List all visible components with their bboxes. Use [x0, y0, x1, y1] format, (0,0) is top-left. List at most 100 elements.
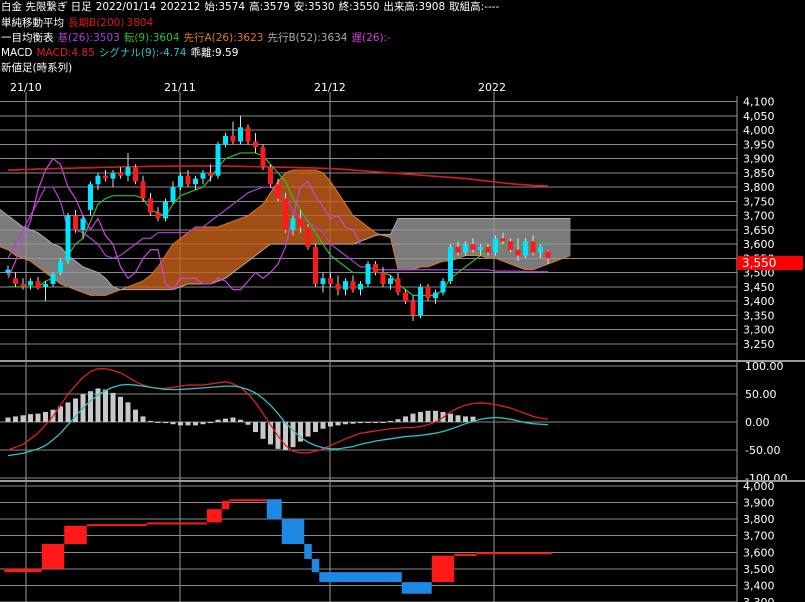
- cloud-segment: [315, 170, 323, 245]
- date-label: 2022: [478, 81, 506, 94]
- cloud-segment: [420, 218, 428, 267]
- histogram-bar: [388, 420, 393, 422]
- histogram-bar: [290, 422, 296, 448]
- histogram-bar: [245, 422, 251, 425]
- candle-body: [5, 269, 11, 273]
- candle-body: [88, 184, 93, 210]
- candle-body: [268, 167, 273, 185]
- candle-body: [95, 175, 101, 185]
- histogram-bar: [343, 422, 348, 425]
- candle-body: [73, 215, 78, 230]
- histogram-bar: [230, 417, 236, 422]
- histogram-bar: [395, 419, 401, 422]
- step-block: [454, 553, 477, 556]
- candle-body: [350, 281, 356, 290]
- histogram-bar: [13, 416, 18, 422]
- histogram-bar: [35, 413, 41, 422]
- candle-body: [103, 175, 108, 179]
- histogram-bar: [5, 417, 11, 422]
- histogram-bar: [335, 422, 341, 426]
- candle-body: [35, 281, 41, 289]
- step-tick-label: 3,600: [743, 546, 775, 559]
- price-tick-label: 3,300: [743, 324, 775, 337]
- candle-body: [223, 135, 228, 145]
- histogram-bar: [215, 419, 221, 422]
- candle-body: [515, 249, 521, 256]
- cloud-segment: [233, 218, 241, 273]
- histogram-bar: [455, 415, 461, 422]
- step-tick-label: 3,700: [743, 530, 775, 543]
- date-label: 21/10: [10, 81, 42, 94]
- candle-body: [58, 261, 63, 273]
- candle-body: [283, 198, 288, 230]
- step-block: [146, 522, 207, 525]
- price-tick-label: 3,650: [743, 224, 775, 237]
- histogram-bar: [425, 410, 431, 422]
- histogram-bar: [133, 409, 138, 422]
- price-tick-label: 4,000: [743, 124, 775, 137]
- candle-body: [410, 301, 416, 316]
- candle-body: [538, 246, 543, 253]
- histogram-bar: [253, 422, 258, 433]
- histogram-bar: [140, 416, 146, 422]
- candle-body: [485, 246, 491, 253]
- candle-body: [170, 187, 176, 202]
- histogram-bar: [155, 422, 161, 423]
- histogram-bar: [365, 422, 371, 423]
- date-label: 21/11: [164, 81, 196, 94]
- step-block: [281, 519, 305, 544]
- histogram-bar: [305, 422, 311, 437]
- step-block: [319, 572, 402, 583]
- histogram-bar: [208, 422, 213, 424]
- histogram-bar: [193, 422, 198, 426]
- candle-body: [403, 292, 408, 302]
- candle-body: [28, 281, 33, 286]
- cloud-segment: [240, 215, 248, 267]
- candle-body: [155, 212, 161, 219]
- cloud-segment: [173, 238, 181, 290]
- histogram-bar: [358, 422, 363, 424]
- candle-body: [433, 292, 438, 299]
- step-tick-label: 3,500: [743, 563, 775, 576]
- candle-body: [20, 283, 26, 287]
- cloud-segment: [203, 227, 211, 284]
- histogram-bar: [320, 422, 326, 429]
- step-block: [229, 499, 267, 502]
- cloud-segment: [0, 209, 1, 247]
- histogram-bar: [350, 422, 356, 424]
- candle-body: [50, 273, 56, 284]
- candle-body: [523, 241, 528, 256]
- candle-body: [178, 175, 183, 188]
- candle-body: [425, 286, 431, 299]
- cloud-segment: [398, 218, 406, 270]
- cloud-segment: [83, 266, 91, 296]
- candle-body: [80, 218, 86, 230]
- histogram-bar: [65, 402, 71, 422]
- candle-body: [470, 244, 476, 250]
- candle-body: [545, 251, 551, 259]
- candle-body: [238, 127, 243, 142]
- step-block: [206, 509, 222, 523]
- cloud-segment: [0, 209, 8, 250]
- candle-body: [125, 167, 131, 176]
- candle-body: [193, 178, 198, 185]
- step-tick-label: 3,800: [743, 513, 775, 526]
- histogram-bar: [403, 416, 408, 422]
- date-label: 21/12: [314, 81, 346, 94]
- step-block: [311, 558, 320, 573]
- candle-body: [200, 172, 206, 179]
- candle-body: [140, 181, 146, 199]
- candle-body: [290, 218, 296, 230]
- cloud-segment: [218, 224, 226, 282]
- candle-body: [110, 172, 116, 179]
- candle-body: [365, 264, 371, 284]
- cloud-segment: [428, 218, 436, 267]
- cloud-segment: [30, 229, 38, 267]
- candle-body: [215, 144, 221, 176]
- cloud-segment: [8, 215, 16, 256]
- cloud-segment: [473, 218, 481, 256]
- price-tick-label: 3,450: [743, 281, 775, 294]
- candle-body: [335, 283, 341, 290]
- histogram-bar: [328, 422, 333, 427]
- candle-body: [13, 278, 18, 284]
